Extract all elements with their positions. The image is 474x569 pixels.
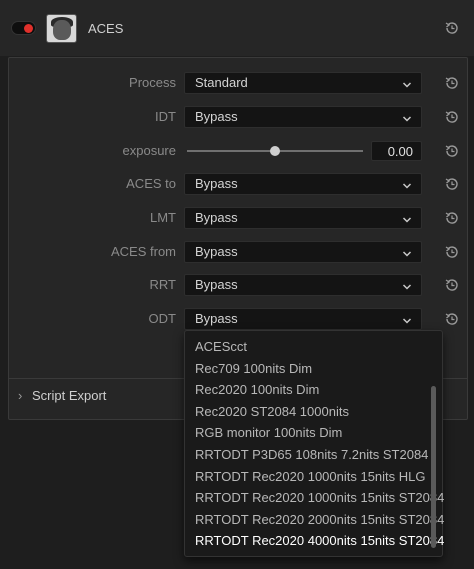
odt-menu-item[interactable]: RRTODT Rec2020 4000nits 15nits ST2084 xyxy=(195,533,444,548)
aces-from-label: ACES from xyxy=(110,244,176,259)
process-dropdown[interactable]: Standard xyxy=(184,72,422,94)
odt-menu-item[interactable]: RRTODT Rec2020 1000nits 15nits ST2084 xyxy=(195,490,444,505)
odt-menu-item[interactable]: Rec2020 100nits Dim xyxy=(195,382,319,397)
reset-icon[interactable] xyxy=(444,75,460,91)
exposure-value-field[interactable]: 0.00 xyxy=(371,141,422,161)
chevron-down-icon xyxy=(402,112,412,122)
idt-dropdown[interactable]: Bypass xyxy=(184,106,422,128)
chevron-down-icon xyxy=(402,179,412,189)
odt-menu-item[interactable]: Rec709 100nits Dim xyxy=(195,361,312,376)
reset-icon[interactable] xyxy=(444,109,460,125)
script-export-section[interactable]: › Script Export xyxy=(18,388,106,403)
chevron-down-icon xyxy=(402,213,412,223)
exposure-slider-knob[interactable] xyxy=(270,146,280,156)
reset-icon[interactable] xyxy=(444,244,460,260)
reset-icon[interactable] xyxy=(444,143,460,159)
odt-menu-item[interactable]: Rec2020 ST2084 1000nits xyxy=(195,404,349,419)
menu-scrollbar[interactable] xyxy=(431,386,436,548)
reset-icon[interactable] xyxy=(444,210,460,226)
aces-from-dropdown-value: Bypass xyxy=(195,244,238,259)
idt-dropdown-value: Bypass xyxy=(195,109,238,124)
aces-to-dropdown-value: Bypass xyxy=(195,176,238,191)
odt-menu-item[interactable]: RGB monitor 100nits Dim xyxy=(195,425,342,440)
chevron-down-icon xyxy=(402,314,412,324)
lmt-dropdown[interactable]: Bypass xyxy=(184,207,422,229)
odt-dropdown[interactable]: Bypass xyxy=(184,308,422,330)
odt-dropdown-value: Bypass xyxy=(195,311,238,326)
process-dropdown-value: Standard xyxy=(195,75,248,90)
script-export-label: Script Export xyxy=(32,388,107,403)
chevron-down-icon xyxy=(402,280,412,290)
lmt-dropdown-value: Bypass xyxy=(195,210,238,225)
chevron-right-icon: › xyxy=(18,388,23,403)
node-title: ACES xyxy=(88,21,124,36)
rrt-label: RRT xyxy=(149,277,176,292)
aces-from-dropdown[interactable]: Bypass xyxy=(184,241,422,263)
exposure-label: exposure xyxy=(122,143,176,158)
node-header: ACES xyxy=(0,0,474,56)
rrt-dropdown-value: Bypass xyxy=(195,277,238,292)
odt-label: ODT xyxy=(148,311,176,326)
reset-icon[interactable] xyxy=(444,20,460,36)
process-label: Process xyxy=(129,75,176,90)
chevron-down-icon xyxy=(402,247,412,257)
odt-menu-item[interactable]: RRTODT Rec2020 1000nits 15nits HLG xyxy=(195,469,426,484)
aces-to-label: ACES to xyxy=(126,176,176,191)
odt-menu-item[interactable]: RRTODT Rec2020 2000nits 15nits ST2084 xyxy=(195,512,444,527)
chevron-down-icon xyxy=(402,78,412,88)
node-thumbnail xyxy=(46,14,77,43)
lmt-label: LMT xyxy=(150,210,176,225)
reset-icon[interactable] xyxy=(444,311,460,327)
aces-to-dropdown[interactable]: Bypass xyxy=(184,173,422,195)
odt-dropdown-menu[interactable]: ACEScct Rec709 100nits Dim Rec2020 100nits… xyxy=(184,330,444,557)
odt-menu-item[interactable]: ACEScct xyxy=(195,339,247,354)
odt-menu-item[interactable]: RRTODT P3D65 108nits 7.2nits ST2084 xyxy=(195,447,428,462)
rrt-dropdown[interactable]: Bypass xyxy=(184,274,422,296)
idt-label: IDT xyxy=(155,109,176,124)
toggle-dot xyxy=(24,24,33,33)
reset-icon[interactable] xyxy=(444,176,460,192)
reset-icon[interactable] xyxy=(444,277,460,293)
enable-toggle[interactable] xyxy=(11,21,36,35)
